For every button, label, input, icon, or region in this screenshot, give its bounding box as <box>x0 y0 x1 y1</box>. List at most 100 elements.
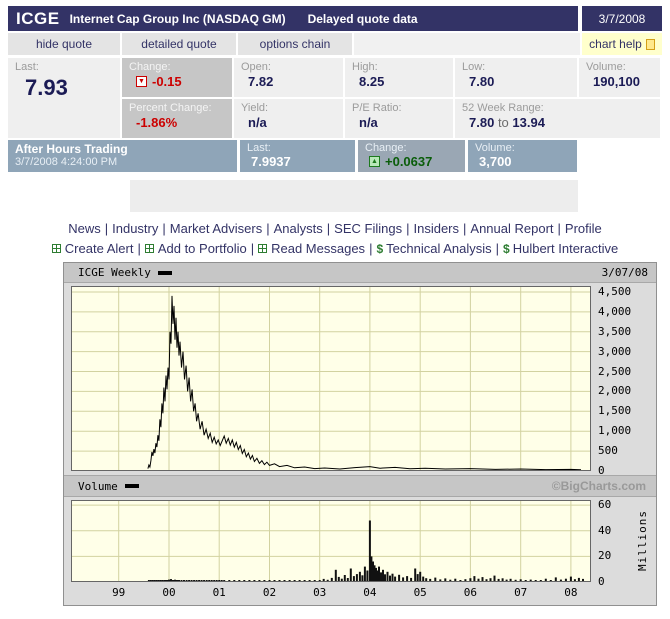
link-add-to-portfolio[interactable]: Add to Portfolio <box>145 241 247 256</box>
last-value: 7.93 <box>15 75 116 101</box>
link-annual-report[interactable]: Annual Report <box>470 221 553 236</box>
low-label: Low: <box>462 61 573 73</box>
quote-high: High: 8.25 <box>345 58 453 97</box>
high-value: 8.25 <box>352 74 449 89</box>
link-separator: | <box>327 221 330 236</box>
quote-52-week-range: 52 Week Range: 7.80 to 13.94 <box>455 99 660 138</box>
pe-ratio-value: n/a <box>352 115 449 130</box>
chart-title: ICGE Weekly <box>78 266 151 279</box>
link-market-advisers[interactable]: Market Advisers <box>170 221 262 236</box>
x-axis-tick: 00 <box>162 586 175 599</box>
price-y-tick: 4,500 <box>598 285 631 298</box>
change-value-wrap: -0.15 <box>129 74 228 89</box>
quote-volume: Volume: 190,100 <box>579 58 660 97</box>
help-icon <box>646 39 655 50</box>
percent-change-value: -1.86% <box>129 115 228 130</box>
price-y-tick: 3,000 <box>598 345 631 358</box>
dollar-icon: $ <box>376 242 383 256</box>
price-y-tick: 1,000 <box>598 424 631 437</box>
link-separator: | <box>406 221 409 236</box>
price-chart-frame: ICGE Weekly 3/07/08 Volume ©BigCharts.co… <box>63 262 657 606</box>
ah-volume-value: 3,700 <box>475 154 573 169</box>
ah-change-label: Change: <box>365 142 461 154</box>
link-news[interactable]: News <box>68 221 101 236</box>
quote-percent-change: Percent Change: -1.86% <box>122 99 232 138</box>
ah-volume-label: Volume: <box>475 142 573 154</box>
last-label: Last: <box>15 61 116 73</box>
range-high: 13.94 <box>512 115 545 130</box>
x-axis-tick: 07 <box>514 586 527 599</box>
52-week-range-label: 52 Week Range: <box>462 102 656 114</box>
link-technical-analysis[interactable]: $Technical Analysis <box>376 241 491 256</box>
after-hours-change: Change: +0.0637 <box>358 140 465 172</box>
grid-icon <box>145 244 154 253</box>
ah-last-value: 7.9937 <box>247 154 351 169</box>
bigcharts-watermark: ©BigCharts.com <box>552 479 646 493</box>
link-hulbert-interactive[interactable]: $Hulbert Interactive <box>503 241 618 256</box>
delayed-quote-note: Delayed quote data <box>308 12 418 26</box>
price-y-tick: 500 <box>598 444 618 457</box>
percent-change-label: Percent Change: <box>129 102 228 114</box>
tab-options-chain[interactable]: options chain <box>238 33 352 55</box>
price-y-tick: 3,500 <box>598 325 631 338</box>
x-axis-tick: 01 <box>213 586 226 599</box>
volume-value: 190,100 <box>586 74 656 89</box>
header-row: ICGE Internet Cap Group Inc (NASDAQ GM) … <box>8 6 662 31</box>
after-hours-timestamp: 3/7/2008 4:24:00 PM <box>15 156 233 168</box>
grid-icon <box>52 244 61 253</box>
down-arrow-icon <box>136 76 147 87</box>
chart-help-label: chart help <box>589 37 642 51</box>
link-separator: | <box>266 221 269 236</box>
link-separator: | <box>251 241 254 256</box>
ticker-symbol: ICGE <box>16 9 60 29</box>
range-low: 7.80 <box>469 115 494 130</box>
chart-title-bar: ICGE Weekly 3/07/08 <box>64 263 656 283</box>
link-read-messages[interactable]: Read Messages <box>258 241 365 256</box>
tab-hide-quote[interactable]: hide quote <box>8 33 120 55</box>
price-y-tick: 0 <box>598 464 605 477</box>
ah-change-value-wrap: +0.0637 <box>365 154 461 169</box>
ah-change-value: +0.0637 <box>385 154 432 169</box>
volume-label: Volume: <box>586 61 656 73</box>
grid-icon <box>258 244 267 253</box>
link-industry[interactable]: Industry <box>112 221 158 236</box>
link-separator: | <box>496 241 499 256</box>
volume-plot <box>71 500 591 582</box>
nav-links: News | Industry | Market Advisers | Analysts | S… <box>0 221 670 236</box>
ad-placeholder <box>130 180 578 212</box>
open-value: 7.82 <box>241 74 339 89</box>
x-axis-tick: 05 <box>414 586 427 599</box>
tab-chart-help[interactable]: chart help <box>582 33 662 55</box>
tabs-row: hide quote detailed quote options chain … <box>8 33 662 55</box>
tabs-spacer <box>354 33 580 55</box>
link-separator: | <box>369 241 372 256</box>
link-analysts[interactable]: Analysts <box>274 221 323 236</box>
link-sec-filings[interactable]: SEC Filings <box>334 221 402 236</box>
price-legend-dash-icon <box>158 271 172 275</box>
link-insiders[interactable]: Insiders <box>413 221 459 236</box>
quote-open: Open: 7.82 <box>234 58 343 97</box>
ah-last-label: Last: <box>247 142 351 154</box>
x-axis-tick: 02 <box>263 586 276 599</box>
price-plot <box>71 286 591 471</box>
company-name: Internet Cap Group Inc (NASDAQ GM) <box>70 12 286 26</box>
price-y-tick: 2,000 <box>598 384 631 397</box>
link-create-alert[interactable]: Create Alert <box>52 241 134 256</box>
link-separator: | <box>463 221 466 236</box>
action-links: Create Alert | Add to Portfolio | Read Messa… <box>0 241 670 256</box>
after-hours-title-cell: After Hours Trading 3/7/2008 4:24:00 PM <box>8 140 237 172</box>
high-label: High: <box>352 61 449 73</box>
low-value: 7.80 <box>462 74 573 89</box>
link-separator: | <box>558 221 561 236</box>
quote-last: Last: 7.93 <box>8 58 120 138</box>
millions-axis-label: Millions <box>636 501 652 581</box>
quote-date: 3/7/2008 <box>582 6 662 31</box>
volume-legend-dash-icon <box>125 484 139 488</box>
x-axis-tick: 06 <box>464 586 477 599</box>
volume-y-tick: 20 <box>598 549 611 562</box>
tab-detailed-quote[interactable]: detailed quote <box>122 33 236 55</box>
volume-y-tick: 60 <box>598 498 611 511</box>
dollar-icon: $ <box>503 242 510 256</box>
link-profile[interactable]: Profile <box>565 221 602 236</box>
volume-y-tick: 40 <box>598 524 611 537</box>
